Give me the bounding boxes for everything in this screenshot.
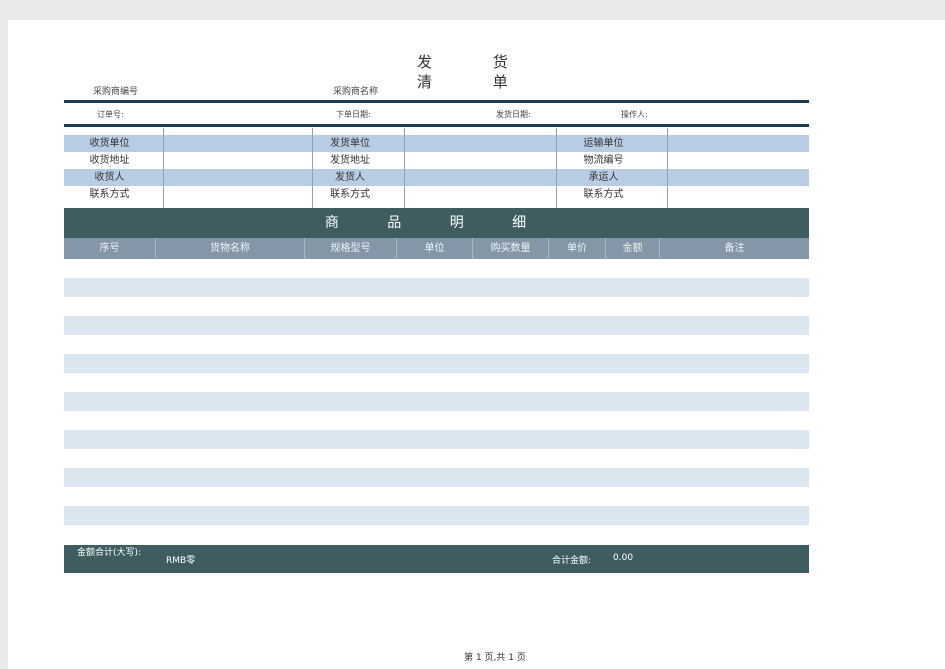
- order-date-label: 下单日期:: [336, 110, 371, 119]
- total-value: 0.00: [613, 553, 634, 563]
- col-unit: 单位: [424, 243, 445, 254]
- col-index: 序号: [99, 243, 120, 254]
- table-row: [64, 392, 809, 411]
- party-row-1: 收货单位 发货单位 运输单位: [64, 135, 809, 152]
- col-unit-price: 单价: [567, 243, 587, 254]
- party-row-4: 联系方式 联系方式 联系方式: [64, 186, 809, 203]
- col-remark: 备注: [724, 243, 745, 254]
- table-row: [64, 354, 809, 373]
- carrier-contact-label: 联系方式: [583, 189, 624, 200]
- tracking-no-label: 物流编号: [583, 155, 624, 166]
- grid-line: [667, 128, 668, 208]
- doc-title-line1: 发 货: [417, 53, 536, 71]
- grid-line: [163, 128, 164, 208]
- operator-label: 操作人:: [621, 110, 648, 119]
- ship-date-label: 发货日期:: [496, 110, 531, 119]
- grid-line: [404, 128, 405, 208]
- amount-words-label: 金额合计(大写):: [76, 548, 142, 558]
- party-row-2: 收货地址 发货地址 物流编号: [64, 152, 809, 169]
- doc-title-line2: 清 单: [417, 73, 536, 91]
- grid-line: [312, 128, 313, 208]
- carrier-unit-label: 运输单位: [583, 138, 624, 149]
- table-row: [64, 278, 809, 297]
- mid-rule: [64, 124, 809, 127]
- receiver-contact-label: 联系方式: [89, 189, 130, 200]
- buyer-name-label: 采购商名称: [333, 87, 379, 97]
- table-row: [64, 506, 809, 525]
- col-quantity: 购买数量: [490, 243, 531, 254]
- total-label: 合计金额:: [552, 556, 592, 566]
- buyer-no-label: 采购商编号: [93, 87, 139, 97]
- shipper-person-label: 发货人: [335, 172, 365, 183]
- table-row: [64, 316, 809, 335]
- grid-line: [556, 128, 557, 208]
- section-title: 商 品 明 细: [64, 208, 809, 238]
- table-row: [64, 430, 809, 449]
- col-amount: 金额: [622, 243, 643, 254]
- col-spec: 规格型号: [330, 243, 371, 254]
- top-rule: [64, 100, 809, 103]
- order-no-label: 订单号:: [97, 110, 124, 119]
- party-row-3: 收货人 发货人 承运人: [64, 169, 809, 186]
- shipper-address-label: 发货地址: [330, 155, 370, 166]
- table-row: [64, 468, 809, 487]
- pagination: 第 1 页,共 1 页: [464, 653, 526, 663]
- receiver-person-label: 收货人: [94, 172, 125, 183]
- shipper-contact-label: 联系方式: [330, 189, 370, 200]
- amount-words-value: RMB零: [166, 556, 196, 566]
- receiver-unit-label: 收货单位: [89, 138, 130, 149]
- column-header-row: 序号 货物名称 规格型号 单位 购买数量 单价 金额 备注: [64, 238, 809, 259]
- summary-band: 金额合计(大写): RMB零 合计金额: 0.00: [64, 545, 809, 573]
- receiver-address-label: 收货地址: [89, 155, 130, 166]
- col-goods-name: 货物名称: [210, 243, 250, 254]
- carrier-person-label: 承运人: [588, 172, 619, 183]
- shipper-unit-label: 发货单位: [330, 138, 370, 149]
